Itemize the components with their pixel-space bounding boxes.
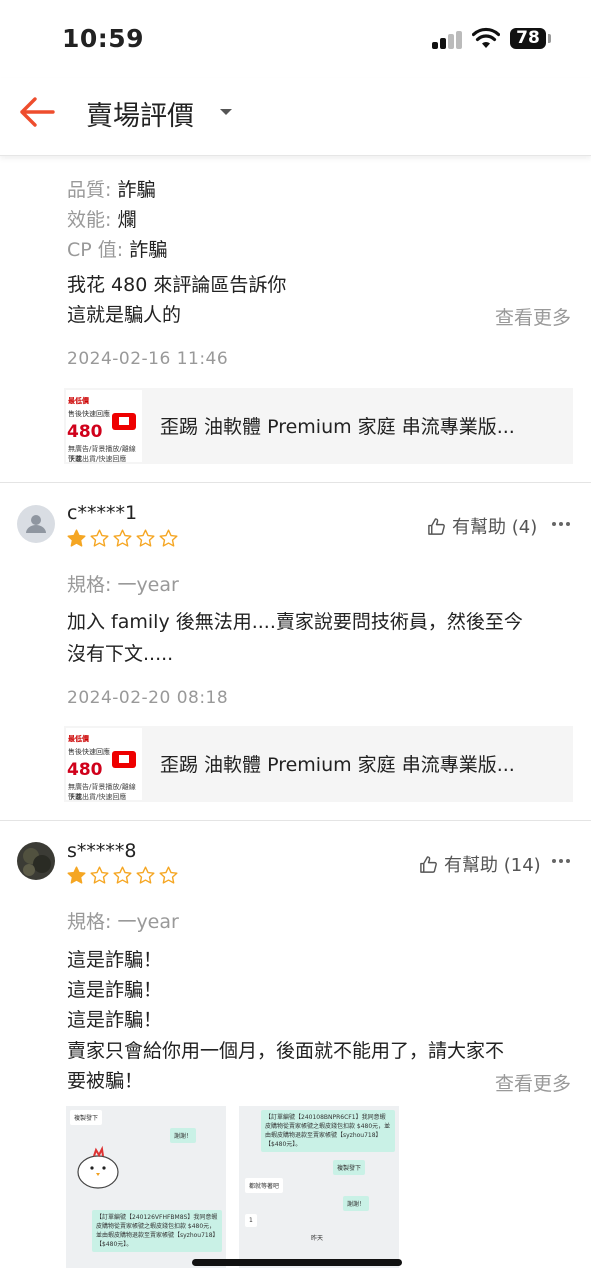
- helpful-count: 有幫助 (14): [444, 855, 541, 876]
- product-thumbnail: 最低價 售後快速回應 480 無廣告/背景播放/離線下載 快速出貨/快速回應: [66, 728, 142, 800]
- review-text-line: 這是詐騙！: [67, 1009, 163, 1031]
- thumbs-up-icon: [428, 517, 445, 535]
- see-more-link[interactable]: 查看更多: [495, 303, 571, 330]
- review-text-line: 加入 family 後無法用....賣家說要問技術員，然後至今: [67, 611, 523, 633]
- avatar[interactable]: [17, 842, 55, 880]
- review-image[interactable]: 複製發下 謝謝！ 【訂單編號【240126VFHFBM8S】我同意蝦皮購物從賣家…: [66, 1106, 226, 1268]
- wifi-icon: [472, 27, 500, 48]
- status-time: 10:59: [62, 24, 145, 53]
- star-empty-icon: [159, 866, 178, 884]
- review-text-line: 這就是騙人的: [67, 304, 182, 326]
- star-filled-icon: [67, 529, 86, 547]
- app-header: 賣場評價: [0, 78, 591, 156]
- product-name: 歪踢 油軟體 Premium 家庭 串流專業版...: [160, 754, 515, 776]
- review-attr-quality: 品質: 詐騙: [67, 179, 156, 201]
- review-text-line: 這是詐騙！: [67, 979, 163, 1001]
- review-text-line: 賣家只會給你用一個月，後面就不能用了，請大家不: [67, 1040, 505, 1062]
- review-text-line: 這是詐騙！: [67, 949, 163, 971]
- battery-tip: [548, 34, 551, 43]
- cellular-signal-icon: [432, 31, 464, 49]
- review-text-line: 要被騙！: [67, 1070, 144, 1092]
- product-card[interactable]: 最低價 售後快速回應 480 無廣告/背景播放/離線下載 快速出貨/快速回應 歪…: [64, 388, 573, 464]
- review-attr-performance: 效能: 爛: [67, 209, 137, 231]
- star-empty-icon: [159, 529, 178, 547]
- star-empty-icon: [136, 529, 155, 547]
- star-filled-icon: [67, 866, 86, 884]
- more-options-icon[interactable]: [551, 521, 571, 527]
- video-logo-icon: [112, 751, 136, 768]
- spec-label: 規格: 一year: [67, 911, 179, 933]
- arrow-left-icon[interactable]: [18, 96, 56, 128]
- review-date: 2024-02-20 08:18: [67, 688, 229, 708]
- chicken-sticker-icon: [77, 1145, 119, 1189]
- see-more-link[interactable]: 查看更多: [495, 1069, 571, 1096]
- helpful-button[interactable]: 有幫助 (4): [427, 513, 537, 539]
- status-bar: 10:59 78: [0, 0, 591, 78]
- user-placeholder-icon: [26, 515, 46, 533]
- product-name: 歪踢 油軟體 Premium 家庭 串流專業版...: [160, 416, 515, 438]
- star-rating: [66, 528, 179, 549]
- reviewer-name: c*****1: [67, 502, 138, 524]
- thumbs-up-icon: [420, 855, 437, 873]
- video-logo-icon: [112, 413, 136, 430]
- battery-icon: 78: [510, 28, 546, 49]
- user-photo: [23, 848, 51, 876]
- review-image[interactable]: 【訂單編號【240108BNPR6CF1】我同意蝦皮購物從賣家帳號之蝦皮錢包扣款…: [239, 1106, 399, 1268]
- avatar[interactable]: [17, 505, 55, 543]
- divider: [0, 482, 591, 483]
- more-options-icon[interactable]: [551, 858, 571, 864]
- star-empty-icon: [90, 866, 109, 884]
- helpful-count: 有幫助 (4): [452, 517, 538, 538]
- product-card[interactable]: 最低價 售後快速回應 480 無廣告/背景播放/離線下載 快速出貨/快速回應 歪…: [64, 726, 573, 802]
- reviewer-name: s*****8: [67, 840, 137, 862]
- divider: [0, 820, 591, 821]
- review-attr-cp-value: CP 值: 詐騙: [67, 239, 168, 261]
- review-text-line: 沒有下文.....: [67, 643, 174, 665]
- dropdown-caret-icon[interactable]: [220, 109, 232, 115]
- page-title[interactable]: 賣場評價: [86, 94, 194, 133]
- product-thumbnail: 最低價 售後快速回應 480 無廣告/背景播放/離線下載 快速出貨/快速回應: [66, 390, 142, 462]
- star-empty-icon: [90, 529, 109, 547]
- star-empty-icon: [113, 529, 132, 547]
- helpful-button[interactable]: 有幫助 (14): [419, 851, 541, 877]
- review-date: 2024-02-16 11:46: [67, 349, 229, 369]
- review-text-line: 我花 480 來評論區告訴你: [67, 274, 287, 296]
- star-empty-icon: [136, 866, 155, 884]
- star-rating: [66, 865, 179, 886]
- home-indicator: [192, 1259, 402, 1266]
- star-empty-icon: [113, 866, 132, 884]
- spec-label: 規格: 一year: [67, 574, 179, 596]
